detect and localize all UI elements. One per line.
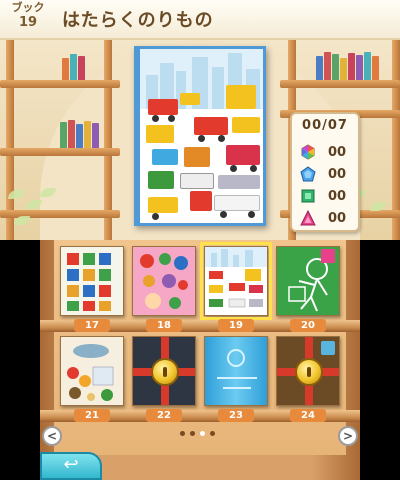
- page-indicator: [180, 431, 215, 436]
- book-number-box: ブック 19: [4, 1, 52, 37]
- book-slot-24[interactable]: 24: [276, 336, 340, 422]
- stat-row-triangle: 00: [300, 208, 356, 228]
- stat-row-hexagon: 00: [300, 142, 356, 162]
- book-slot-21[interactable]: 21: [60, 336, 124, 422]
- book-number: 19: [18, 15, 38, 30]
- book-thumbnail-24[interactable]: [276, 336, 340, 406]
- book-thumbnail-19[interactable]: [200, 242, 272, 320]
- collection-progress: 00/07: [302, 118, 348, 133]
- next-page-button[interactable]: >: [338, 426, 358, 446]
- stat-row-square: 00: [300, 186, 356, 206]
- left-bookshelf-decoration: [0, 40, 120, 240]
- book-number-tag-18: 18: [146, 319, 182, 332]
- pink-triangle-icon: [300, 210, 316, 226]
- stat-value-triangle: 00: [328, 210, 347, 226]
- prev-page-button[interactable]: <: [42, 426, 62, 446]
- rainbow-hexagon-icon: [301, 144, 315, 160]
- lock-icon: [295, 358, 323, 386]
- book-number-tag-21: 21: [74, 409, 110, 422]
- book-slot-20[interactable]: 20: [276, 246, 340, 332]
- header-bar: ブック 19 はたらくのりもの: [0, 0, 400, 40]
- book-slot-23[interactable]: 23: [204, 336, 268, 422]
- stat-value-pentagon: 00: [328, 166, 347, 182]
- stat-value-hexagon: 00: [328, 144, 347, 160]
- book-number-tag-24: 24: [290, 409, 326, 422]
- stat-row-pentagon: 00: [300, 164, 356, 184]
- lock-icon: [151, 358, 179, 386]
- book-thumbnail-20[interactable]: [276, 246, 340, 316]
- selected-book-cover: [134, 46, 266, 226]
- top-screen: ブック 19 はたらくのりもの 00/07 00 00 00 00: [0, 0, 400, 240]
- book-number-tag-23: 23: [218, 409, 254, 422]
- book-slot-18[interactable]: 18: [132, 246, 196, 332]
- book-thumbnail-21[interactable]: [60, 336, 124, 406]
- book-slot-19[interactable]: 19: [200, 242, 272, 332]
- book-slot-22[interactable]: 22: [132, 336, 196, 422]
- book-number-tag-19: 19: [218, 319, 254, 332]
- page-dot: [180, 431, 185, 436]
- green-square-icon: [301, 189, 315, 203]
- page-dot: [190, 431, 195, 436]
- book-thumbnail-22[interactable]: [132, 336, 196, 406]
- book-thumbnail-17[interactable]: [60, 246, 124, 316]
- book-thumbnail-23[interactable]: [204, 336, 268, 406]
- book-number-tag-20: 20: [290, 319, 326, 332]
- blue-pentagon-icon: [300, 166, 316, 182]
- book-thumbnail-18[interactable]: [132, 246, 196, 316]
- book-number-tag-17: 17: [74, 319, 110, 332]
- book-label: ブック: [11, 1, 45, 14]
- back-button[interactable]: ↩: [40, 452, 102, 480]
- page-dot-current: [200, 431, 205, 436]
- page-dot: [210, 431, 215, 436]
- book-title: はたらくのりもの: [62, 10, 214, 31]
- collection-stats-panel: 00/07 00 00 00 00: [290, 112, 360, 232]
- book-slot-17[interactable]: 17: [60, 246, 124, 332]
- book-number-tag-22: 22: [146, 409, 182, 422]
- stat-value-square: 00: [328, 188, 347, 204]
- bottom-screen: 17 18 19 20 21 22 23 24: [40, 240, 360, 480]
